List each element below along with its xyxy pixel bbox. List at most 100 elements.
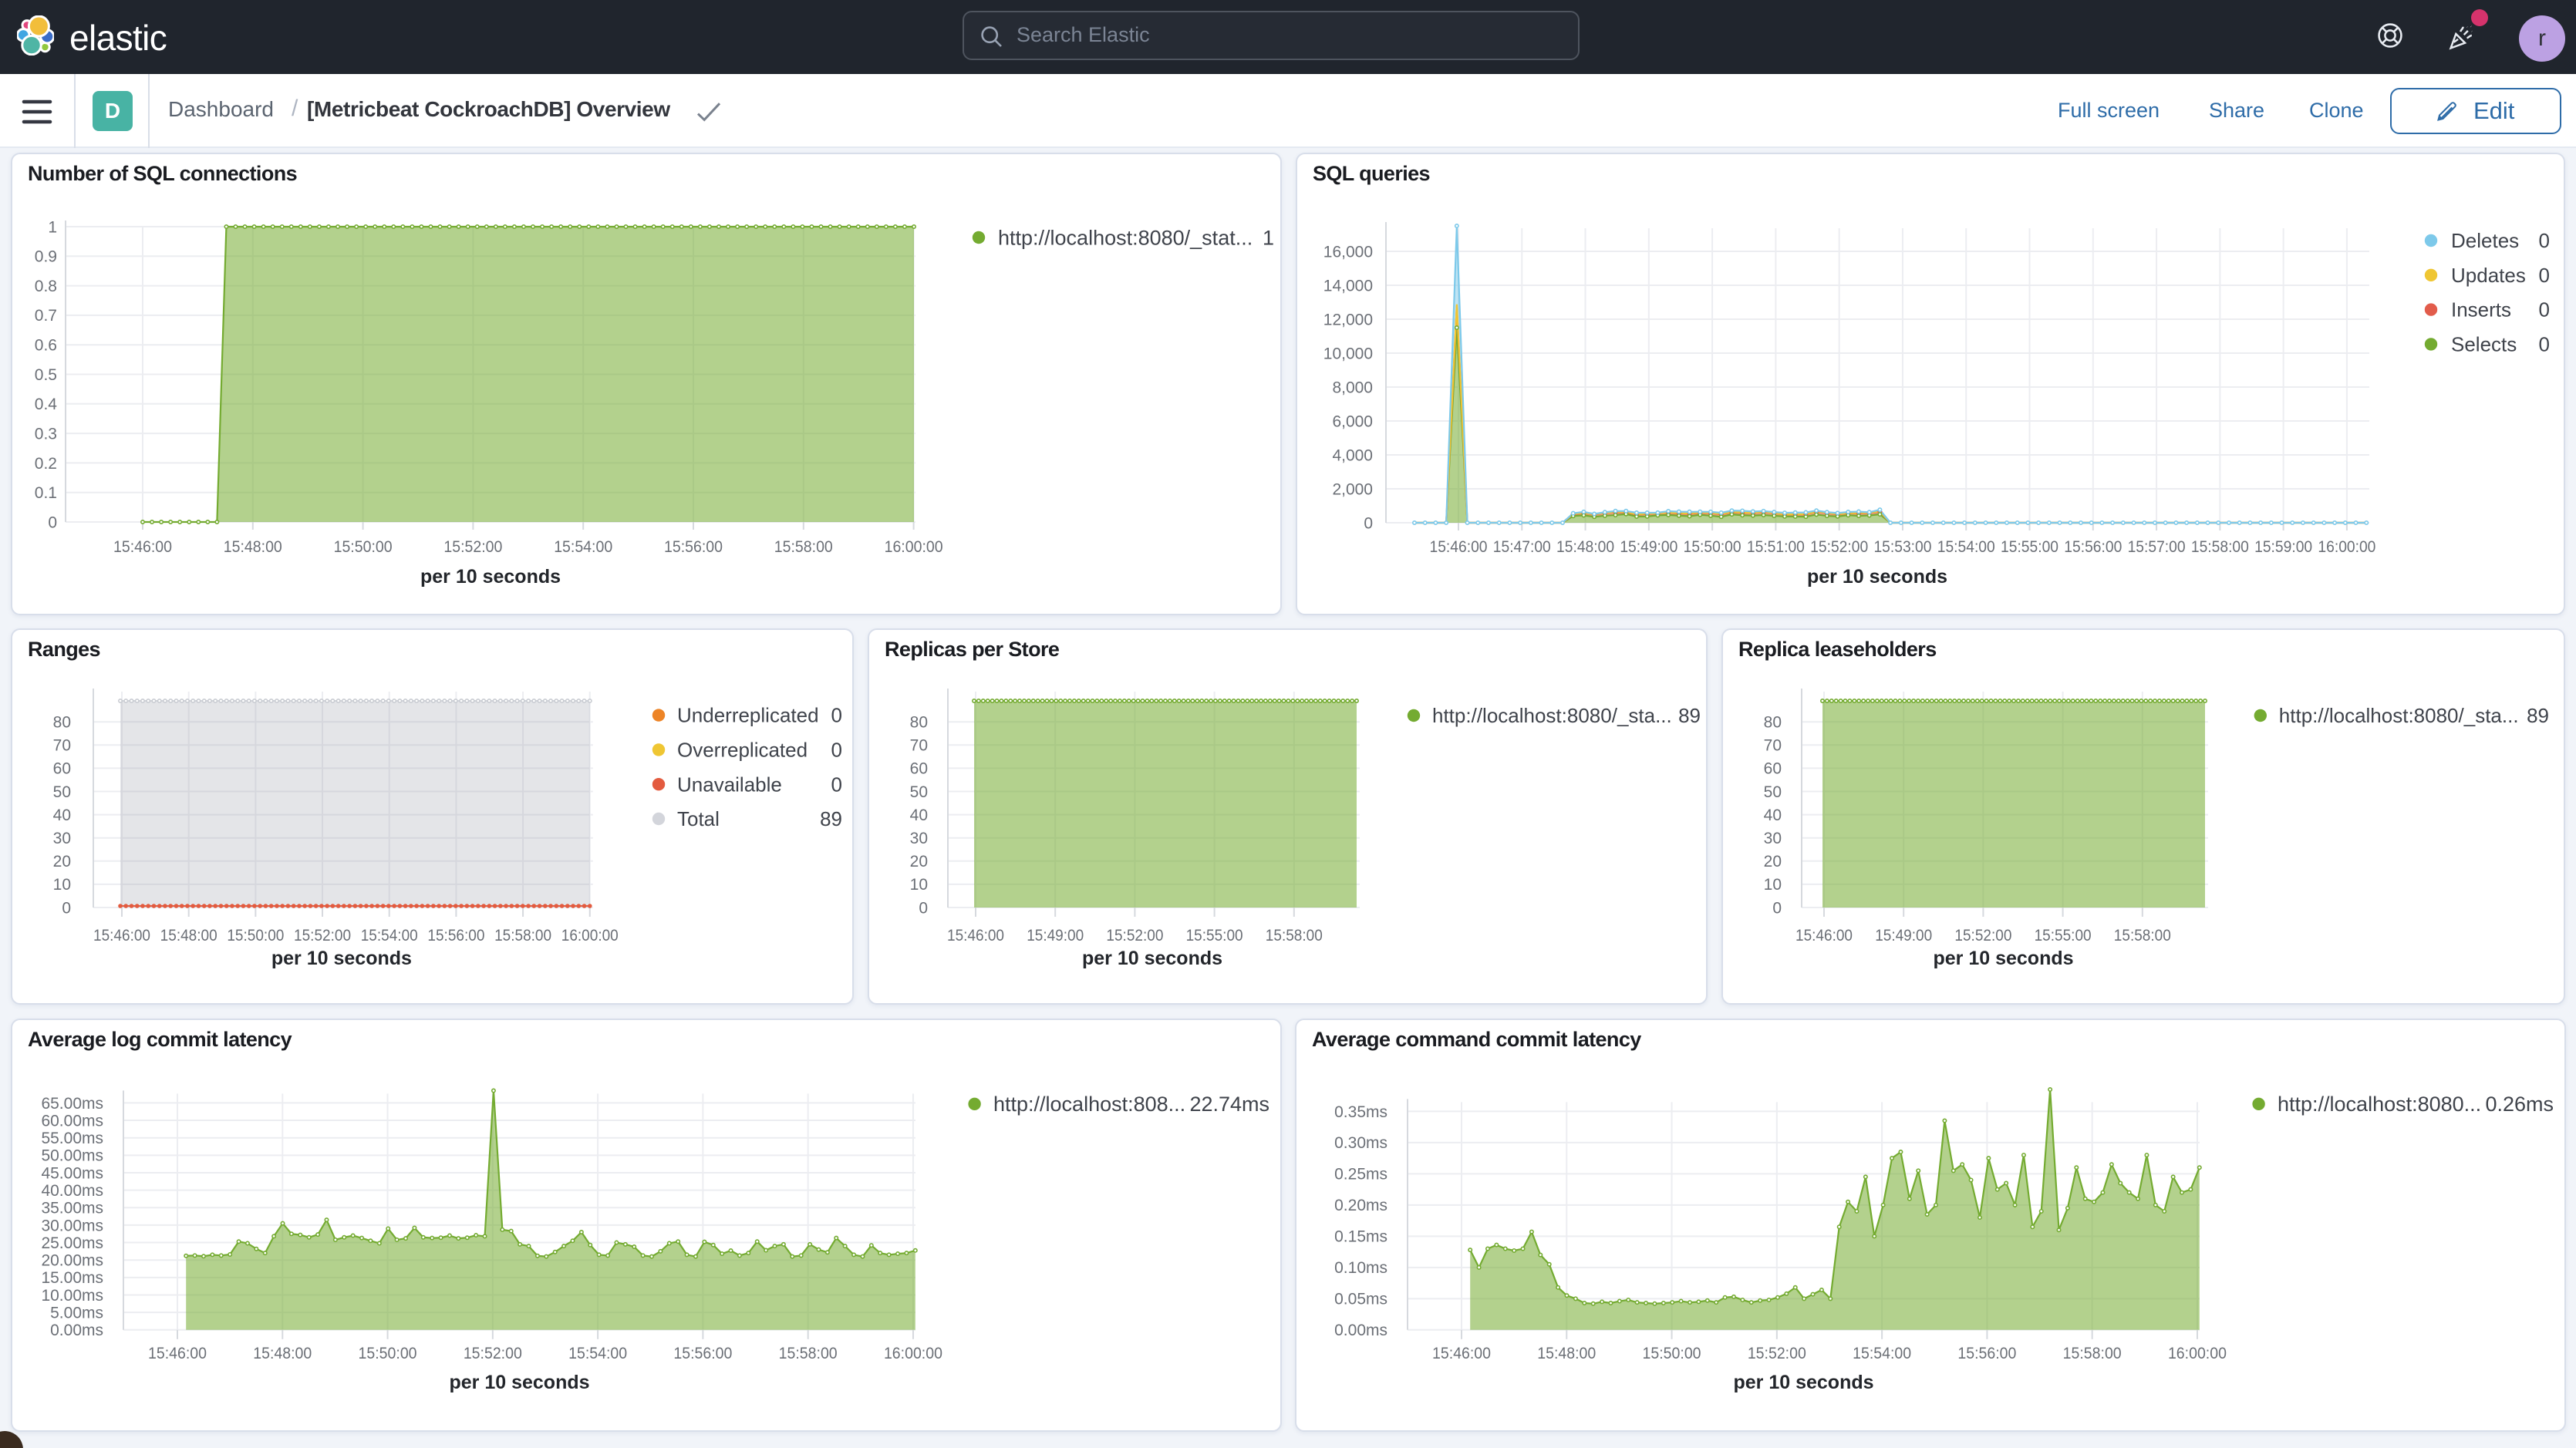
svg-text:55.00ms: 55.00ms <box>41 1130 103 1147</box>
svg-text:Underreplicated: Underreplicated <box>677 704 819 727</box>
svg-text:15:54:00: 15:54:00 <box>1853 1345 1911 1362</box>
svg-text:4,000: 4,000 <box>1332 446 1373 464</box>
svg-text:16:00:00: 16:00:00 <box>2168 1345 2227 1362</box>
svg-text:60.00ms: 60.00ms <box>41 1112 103 1130</box>
svg-text:20: 20 <box>910 853 928 870</box>
svg-text:15:56:00: 15:56:00 <box>2064 538 2122 556</box>
svg-text:15:48:00: 15:48:00 <box>160 927 217 945</box>
svg-text:40.00ms: 40.00ms <box>41 1182 103 1200</box>
svg-text:http://localhost:8080...: http://localhost:8080... <box>2278 1093 2481 1116</box>
svg-text:15:52:00: 15:52:00 <box>464 1345 522 1362</box>
svg-text:70: 70 <box>1764 737 1782 755</box>
svg-text:25.00ms: 25.00ms <box>41 1234 103 1252</box>
svg-text:0: 0 <box>62 899 71 917</box>
svg-text:20: 20 <box>53 853 71 870</box>
svg-text:16,000: 16,000 <box>1323 243 1373 261</box>
svg-text:15:52:00: 15:52:00 <box>1106 927 1163 945</box>
svg-text:15:54:00: 15:54:00 <box>1937 538 1995 556</box>
svg-text:per 10 seconds: per 10 seconds <box>449 1372 589 1393</box>
svg-text:0.3: 0.3 <box>35 425 57 443</box>
svg-text:http://localhost:8080/_sta...: http://localhost:8080/_sta... <box>2279 704 2519 727</box>
svg-text:15:46:00: 15:46:00 <box>947 927 1004 945</box>
svg-text:15:56:00: 15:56:00 <box>664 538 723 556</box>
svg-text:15:58:00: 15:58:00 <box>779 1345 838 1362</box>
svg-text:15:48:00: 15:48:00 <box>1556 538 1614 556</box>
svg-text:Deletes: Deletes <box>2451 229 2519 252</box>
svg-text:per 10 seconds: per 10 seconds <box>1733 1372 1873 1393</box>
svg-text:15:52:00: 15:52:00 <box>443 538 502 556</box>
svg-text:15:57:00: 15:57:00 <box>2128 538 2186 556</box>
svg-text:15:58:00: 15:58:00 <box>1266 927 1323 945</box>
svg-text:50: 50 <box>53 783 71 801</box>
svg-text:0: 0 <box>48 514 57 531</box>
svg-text:30.00ms: 30.00ms <box>41 1217 103 1234</box>
svg-text:22.74ms: 22.74ms <box>1189 1093 1269 1116</box>
svg-text:15:54:00: 15:54:00 <box>361 927 418 945</box>
svg-text:0.6: 0.6 <box>35 337 57 355</box>
svg-text:0.5: 0.5 <box>35 366 57 384</box>
svg-text:60: 60 <box>53 760 71 778</box>
svg-text:0: 0 <box>831 739 842 762</box>
svg-text:65.00ms: 65.00ms <box>41 1095 103 1113</box>
svg-text:15:54:00: 15:54:00 <box>568 1345 627 1362</box>
svg-text:per 10 seconds: per 10 seconds <box>271 948 412 969</box>
svg-text:0.05ms: 0.05ms <box>1334 1291 1387 1308</box>
svg-text:0: 0 <box>2539 333 2550 356</box>
svg-text:70: 70 <box>53 737 71 755</box>
svg-text:0.15ms: 0.15ms <box>1334 1228 1387 1246</box>
svg-text:15:50:00: 15:50:00 <box>359 1345 417 1362</box>
svg-text:0.35ms: 0.35ms <box>1334 1103 1387 1121</box>
svg-text:0.10ms: 0.10ms <box>1334 1259 1387 1277</box>
svg-text:15:58:00: 15:58:00 <box>2063 1345 2122 1362</box>
svg-text:0.1: 0.1 <box>35 484 57 502</box>
svg-text:15:55:00: 15:55:00 <box>2001 538 2058 556</box>
svg-text:10: 10 <box>1764 876 1782 894</box>
svg-text:15:49:00: 15:49:00 <box>1875 927 1932 945</box>
svg-text:16:00:00: 16:00:00 <box>561 927 619 945</box>
svg-text:60: 60 <box>910 760 928 778</box>
svg-text:45.00ms: 45.00ms <box>41 1164 103 1182</box>
svg-text:16:00:00: 16:00:00 <box>884 1345 942 1362</box>
svg-text:per 10 seconds: per 10 seconds <box>420 566 561 588</box>
svg-text:http://localhost:8080/_stat...: http://localhost:8080/_stat... <box>998 226 1253 249</box>
svg-text:6,000: 6,000 <box>1332 413 1373 430</box>
svg-text:0: 0 <box>919 899 928 917</box>
svg-text:15:46:00: 15:46:00 <box>1795 927 1853 945</box>
svg-text:15:46:00: 15:46:00 <box>1430 538 1488 556</box>
svg-text:30: 30 <box>53 830 71 847</box>
svg-text:15:46:00: 15:46:00 <box>113 538 172 556</box>
svg-text:Updates: Updates <box>2451 264 2526 287</box>
svg-text:0: 0 <box>1364 514 1373 532</box>
svg-text:89: 89 <box>1678 704 1701 727</box>
svg-text:0.25ms: 0.25ms <box>1334 1166 1387 1184</box>
svg-text:16:00:00: 16:00:00 <box>2318 538 2375 556</box>
svg-text:50: 50 <box>1764 783 1782 801</box>
svg-text:10,000: 10,000 <box>1323 345 1373 362</box>
svg-text:0: 0 <box>2539 229 2550 252</box>
svg-text:40: 40 <box>53 807 71 824</box>
svg-text:30: 30 <box>1764 830 1782 847</box>
svg-text:15:55:00: 15:55:00 <box>1186 927 1243 945</box>
svg-text:15:58:00: 15:58:00 <box>2114 927 2171 945</box>
svg-text:89: 89 <box>2527 704 2549 727</box>
svg-text:15:52:00: 15:52:00 <box>294 927 351 945</box>
svg-text:0: 0 <box>1772 899 1782 917</box>
svg-text:0: 0 <box>831 704 842 727</box>
svg-text:15:48:00: 15:48:00 <box>1537 1345 1596 1362</box>
svg-text:15:51:00: 15:51:00 <box>1747 538 1805 556</box>
svg-text:15:54:00: 15:54:00 <box>554 538 612 556</box>
svg-text:15.00ms: 15.00ms <box>41 1269 103 1287</box>
svg-text:15:50:00: 15:50:00 <box>1643 1345 1701 1362</box>
svg-text:12,000: 12,000 <box>1323 311 1373 328</box>
svg-text:16:00:00: 16:00:00 <box>885 538 943 556</box>
svg-text:0.26ms: 0.26ms <box>2485 1093 2554 1116</box>
svg-text:40: 40 <box>1764 807 1782 824</box>
svg-text:8,000: 8,000 <box>1332 379 1373 396</box>
svg-text:0.8: 0.8 <box>35 278 57 295</box>
svg-text:Inserts: Inserts <box>2451 298 2511 322</box>
svg-text:0: 0 <box>2539 298 2550 322</box>
svg-text:15:50:00: 15:50:00 <box>1684 538 1741 556</box>
svg-text:0.20ms: 0.20ms <box>1334 1197 1387 1214</box>
svg-text:15:46:00: 15:46:00 <box>93 927 150 945</box>
svg-text:0: 0 <box>2539 264 2550 287</box>
